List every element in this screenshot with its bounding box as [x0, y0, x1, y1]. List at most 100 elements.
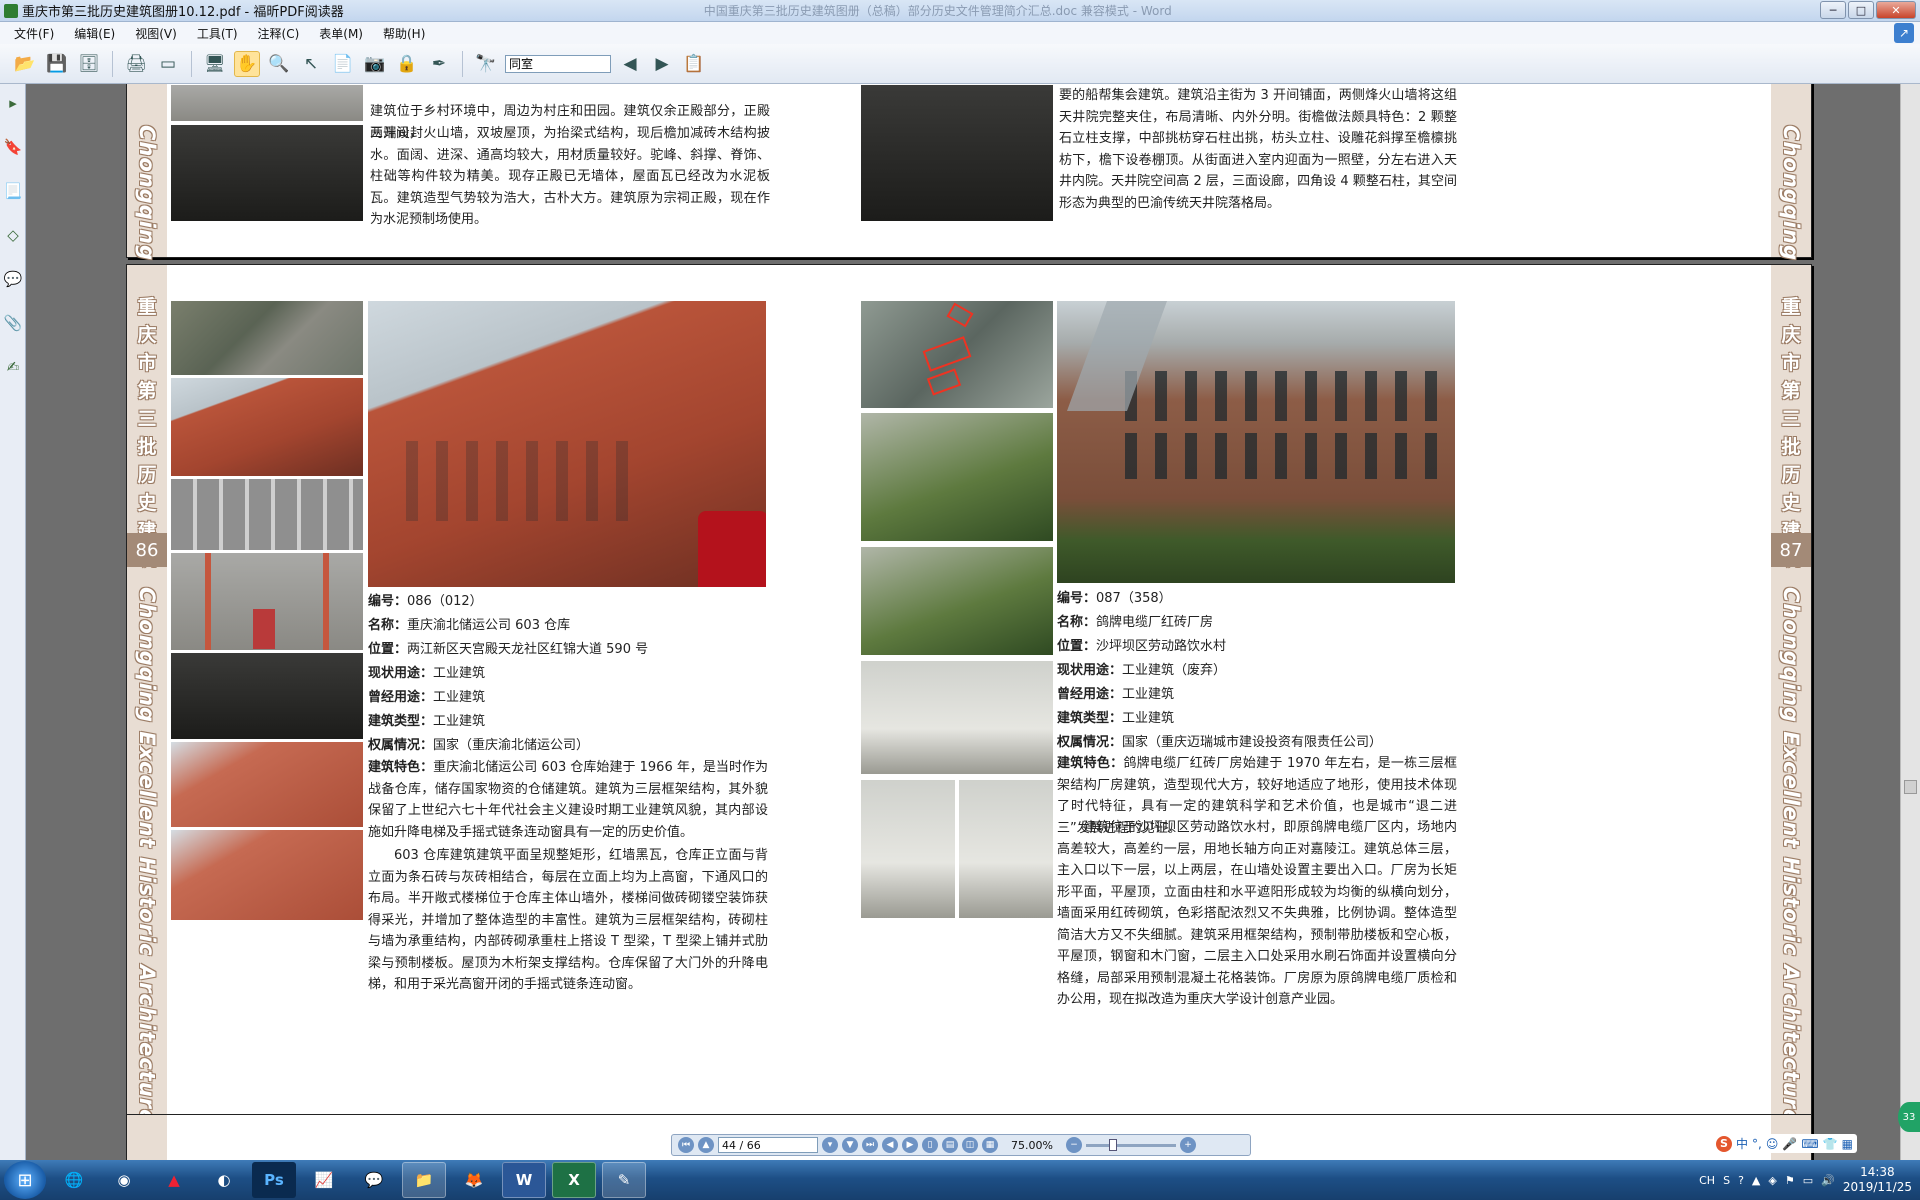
right-building-info: 编号：087（358） 名称：鸽牌电缆厂红砖厂房 位置：沙坪坝区劳动路饮水村 现… — [1057, 587, 1457, 755]
bookmarks-icon[interactable]: 🔖 — [2, 136, 24, 158]
taskbar-excel-icon[interactable]: X — [552, 1162, 596, 1198]
single-page-icon[interactable]: ▯ — [922, 1137, 938, 1153]
menu-view[interactable]: 视图(V) — [135, 25, 177, 42]
tray-volume-icon[interactable]: 🔊 — [1821, 1174, 1835, 1187]
tray-network-icon[interactable]: ▭ — [1803, 1174, 1813, 1187]
back-view-icon[interactable]: ◀ — [882, 1137, 898, 1153]
zoom-tool-icon[interactable]: 🔍 — [266, 51, 292, 77]
title-bar: 重庆市第三批历史建筑图册10.12.pdf - 福昕PDF阅读器 中国重庆第三批… — [0, 0, 1920, 22]
side-strip-left — [127, 1115, 167, 1160]
print-icon[interactable]: 🖨 — [123, 51, 149, 77]
find-previous-icon[interactable]: ◀ — [617, 51, 643, 77]
menu-file[interactable]: 文件(F) — [14, 25, 54, 42]
next-page-icon[interactable]: ▼ — [842, 1137, 858, 1153]
comments-icon[interactable]: 💬 — [2, 268, 24, 290]
maximize-button[interactable]: □ — [1848, 1, 1874, 19]
pages-icon[interactable]: 📃 — [2, 180, 24, 202]
taskbar-photoshop-icon[interactable]: Ps — [252, 1162, 296, 1198]
continuous-page-icon[interactable]: ▤ — [942, 1137, 958, 1153]
binoculars-icon[interactable]: 🔭 — [473, 51, 499, 77]
minimize-button[interactable]: ─ — [1820, 1, 1846, 19]
tray-sogou-icon[interactable]: S — [1723, 1174, 1730, 1187]
menu-form[interactable]: 表单(M) — [319, 25, 363, 42]
right-ownership: 国家（重庆迈瑞城市建设投资有限责任公司） — [1122, 735, 1383, 750]
close-button[interactable]: ✕ — [1876, 1, 1916, 19]
signatures-icon[interactable]: ✍ — [2, 356, 24, 378]
menu-edit[interactable]: 编辑(E) — [74, 25, 115, 42]
taskbar-explorer-icon[interactable]: 📁 — [402, 1162, 446, 1198]
expand-panel-icon[interactable]: ▸ — [2, 92, 24, 114]
taskbar-word-icon[interactable]: W — [502, 1162, 546, 1198]
taskbar-firefox-icon[interactable]: 🦊 — [452, 1162, 496, 1198]
ime-emoji-icon[interactable]: ☺ — [1766, 1137, 1779, 1151]
taskbar-autocad-icon[interactable]: ▲ — [152, 1162, 196, 1198]
last-page-icon[interactable]: ⏭ — [862, 1137, 878, 1153]
label-id: 编号： — [368, 594, 408, 609]
ime-toolbar[interactable]: S 中 °, ☺ 🎤 ⌨ 👕 ▦ — [1712, 1134, 1857, 1153]
first-page-icon[interactable]: ⏮ — [678, 1137, 694, 1153]
fullscreen-icon[interactable]: 🖥 — [202, 51, 228, 77]
side-title-char: 三 — [137, 408, 157, 430]
taskbar-wechat-icon[interactable]: 💬 — [352, 1162, 396, 1198]
tray-action-center-icon[interactable]: ⚑ — [1785, 1174, 1795, 1187]
vertical-scrollbar[interactable] — [1900, 84, 1920, 1160]
start-button[interactable]: ⊞ — [4, 1161, 46, 1199]
tray-language[interactable]: CH — [1699, 1174, 1715, 1187]
find-next-icon[interactable]: ▶ — [649, 51, 675, 77]
layers-icon[interactable]: ◇ — [2, 224, 24, 246]
zoom-out-icon[interactable]: − — [1066, 1137, 1082, 1153]
forward-view-icon[interactable]: ▶ — [902, 1137, 918, 1153]
scrollbar-thumb[interactable] — [1904, 780, 1917, 794]
taskbar-foxit-icon[interactable]: ✎ — [602, 1162, 646, 1198]
taskbar-browser-icon[interactable]: ◐ — [202, 1162, 246, 1198]
search-input[interactable] — [505, 54, 611, 73]
floating-badge[interactable]: 33 — [1898, 1102, 1920, 1132]
save-icon[interactable]: 💾 — [44, 51, 70, 77]
window-title: 重庆市第三批历史建筑图册10.12.pdf - 福昕PDF阅读器 — [22, 5, 344, 20]
label-ownership: 权属情况： — [1057, 735, 1123, 750]
ime-menu-icon[interactable]: ▦ — [1842, 1137, 1853, 1151]
sogou-ime-icon[interactable]: S — [1716, 1135, 1732, 1152]
zoom-in-icon[interactable]: + — [1180, 1137, 1196, 1153]
menu-comment[interactable]: 注释(C) — [258, 25, 300, 42]
properties-icon[interactable]: ▭ — [155, 51, 181, 77]
page-navigation-bar: ⏮ ▲ 44 / 66 ▾ ▼ ⏭ ◀ ▶ ▯ ▤ ◫ ▦ 75.00% − + — [671, 1134, 1251, 1156]
attachments-icon[interactable]: 📎 — [2, 312, 24, 334]
tray-clock[interactable]: 14:38 2019/11/25 — [1843, 1165, 1912, 1195]
ime-skin-icon[interactable]: 👕 — [1823, 1137, 1838, 1151]
zoom-slider-knob[interactable] — [1109, 1138, 1117, 1151]
search-options-icon[interactable]: 📋 — [681, 51, 707, 77]
ime-mic-icon[interactable]: 🎤 — [1782, 1137, 1797, 1151]
snapshot-icon[interactable]: 📷 — [362, 51, 388, 77]
taskbar-chart-icon[interactable]: 📈 — [302, 1162, 346, 1198]
zoom-level[interactable]: 75.00% — [1002, 1139, 1062, 1152]
ime-punct-label[interactable]: °, — [1752, 1137, 1762, 1151]
select-arrow-icon[interactable]: ↖ — [298, 51, 324, 77]
hand-tool-icon[interactable]: ✋ — [234, 50, 260, 77]
continuous-facing-icon[interactable]: ▦ — [982, 1137, 998, 1153]
clock-date: 2019/11/25 — [1842, 1180, 1912, 1194]
sign-icon[interactable]: ✒ — [426, 51, 452, 77]
page-number-input[interactable]: 44 / 66 — [718, 1137, 818, 1153]
previous-page-icon[interactable]: ▲ — [698, 1137, 714, 1153]
menu-help[interactable]: 帮助(H) — [383, 25, 425, 42]
zoom-slider[interactable] — [1086, 1138, 1176, 1151]
facing-page-icon[interactable]: ◫ — [962, 1137, 978, 1153]
page-dropdown-icon[interactable]: ▾ — [822, 1137, 838, 1153]
security-icon[interactable]: 🔒 — [394, 51, 420, 77]
taskbar-360-icon[interactable]: ◉ — [102, 1162, 146, 1198]
save-all-icon[interactable]: 🗄 — [76, 51, 102, 77]
tray-security-icon[interactable]: ◈ — [1768, 1174, 1776, 1187]
select-text-icon[interactable]: 📄 — [330, 51, 356, 77]
tray-expand-icon[interactable]: ▲ — [1752, 1174, 1760, 1187]
ime-mode-label[interactable]: 中 — [1736, 1135, 1748, 1152]
document-viewport[interactable]: Chongqing Excellent Historic Architectur… — [26, 84, 1900, 1160]
update-icon[interactable]: ↗ — [1894, 23, 1914, 43]
tray-help-icon[interactable]: ? — [1738, 1174, 1744, 1187]
ime-keyboard-icon[interactable]: ⌨ — [1801, 1137, 1818, 1151]
open-folder-icon[interactable]: 📂 — [12, 51, 38, 77]
toolbar-divider — [191, 50, 192, 77]
photo-aerial-warehouse — [171, 301, 363, 375]
taskbar-ie-icon[interactable]: 🌐 — [52, 1162, 96, 1198]
menu-tools[interactable]: 工具(T) — [197, 25, 238, 42]
